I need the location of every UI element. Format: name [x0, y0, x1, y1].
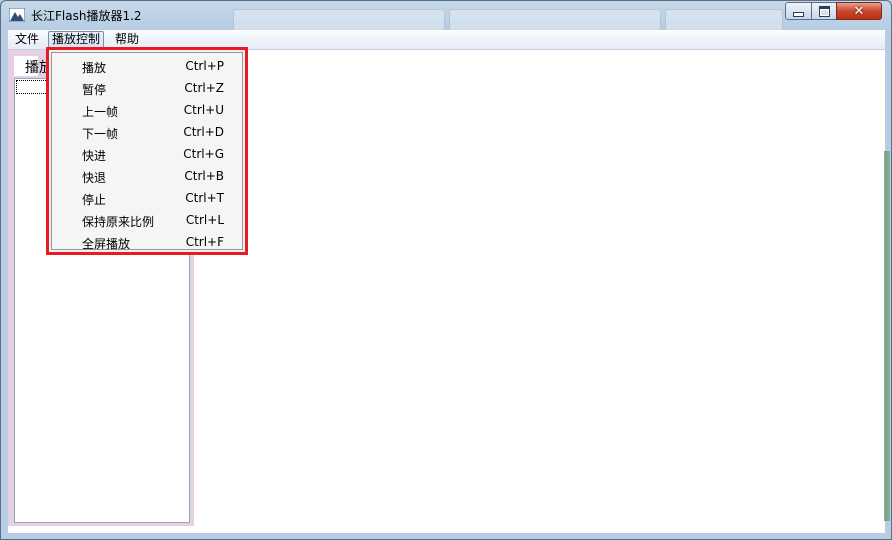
maximize-icon [818, 5, 830, 17]
background-taskbar-item [665, 9, 783, 31]
dropdown-body: 播放 Ctrl+P 暂停 Ctrl+Z 上一帧 Ctrl+U 下一帧 Ctrl+… [51, 52, 244, 253]
menu-item-pause[interactable]: 暂停 Ctrl+Z [52, 77, 244, 99]
close-icon: ✕ [853, 3, 865, 19]
background-taskbar-item [449, 9, 661, 31]
menu-item-shortcut: Ctrl+D [183, 125, 224, 139]
window-title: 长江Flash播放器1.2 [31, 9, 142, 23]
menu-item-shortcut: Ctrl+T [185, 191, 224, 205]
menu-item-prev-frame[interactable]: 上一帧 Ctrl+U [52, 99, 244, 121]
menu-help[interactable]: 帮助 [112, 32, 142, 47]
flash-display-area[interactable] [196, 50, 885, 533]
menu-item-shortcut: Ctrl+B [184, 169, 224, 183]
menu-item-label: 快进 [82, 149, 107, 163]
background-window-edge [884, 151, 890, 521]
menu-item-label: 停止 [82, 193, 107, 207]
maximize-button[interactable] [811, 2, 837, 20]
menu-play-control[interactable]: 播放控制 [48, 31, 105, 48]
title-bar[interactable]: 长江Flash播放器1.2 ✕ [1, 1, 891, 31]
menu-item-label: 全屏播放 [82, 237, 131, 251]
menu-item-label: 播放 [82, 61, 107, 75]
menu-item-shortcut: Ctrl+L [185, 213, 224, 227]
menu-file[interactable]: 文件 [12, 32, 42, 47]
minimize-icon [793, 11, 804, 17]
menu-item-shortcut: Ctrl+G [183, 147, 224, 161]
background-taskbar-item [233, 9, 445, 31]
menu-item-label: 快退 [82, 171, 107, 185]
menu-item-label: 暂停 [82, 83, 107, 97]
menu-item-fast-forward[interactable]: 快进 Ctrl+G [52, 143, 244, 165]
menu-item-shortcut: Ctrl+Z [184, 81, 224, 95]
app-logo-icon [9, 8, 25, 22]
menu-item-shortcut: Ctrl+P [185, 59, 224, 73]
menu-item-play[interactable]: 播放 Ctrl+P [52, 55, 244, 77]
minimize-button[interactable] [785, 2, 812, 20]
menu-item-stop[interactable]: 停止 Ctrl+T [52, 187, 244, 209]
menu-item-label: 上一帧 [82, 105, 119, 119]
menu-item-shortcut: Ctrl+F [185, 235, 224, 249]
menu-item-keep-aspect[interactable]: 保持原来比例 Ctrl+L [52, 209, 244, 231]
close-button[interactable]: ✕ [836, 2, 882, 20]
menu-item-fullscreen[interactable]: 全屏播放 Ctrl+F [52, 231, 244, 253]
menu-item-rewind[interactable]: 快退 Ctrl+B [52, 165, 244, 187]
menu-item-shortcut: Ctrl+U [183, 103, 224, 117]
play-control-dropdown: 播放 Ctrl+P 暂停 Ctrl+Z 上一帧 Ctrl+U 下一帧 Ctrl+… [46, 47, 248, 255]
menu-item-label: 保持原来比例 [82, 215, 155, 229]
menu-item-next-frame[interactable]: 下一帧 Ctrl+D [52, 121, 244, 143]
menu-item-label: 下一帧 [82, 127, 119, 141]
